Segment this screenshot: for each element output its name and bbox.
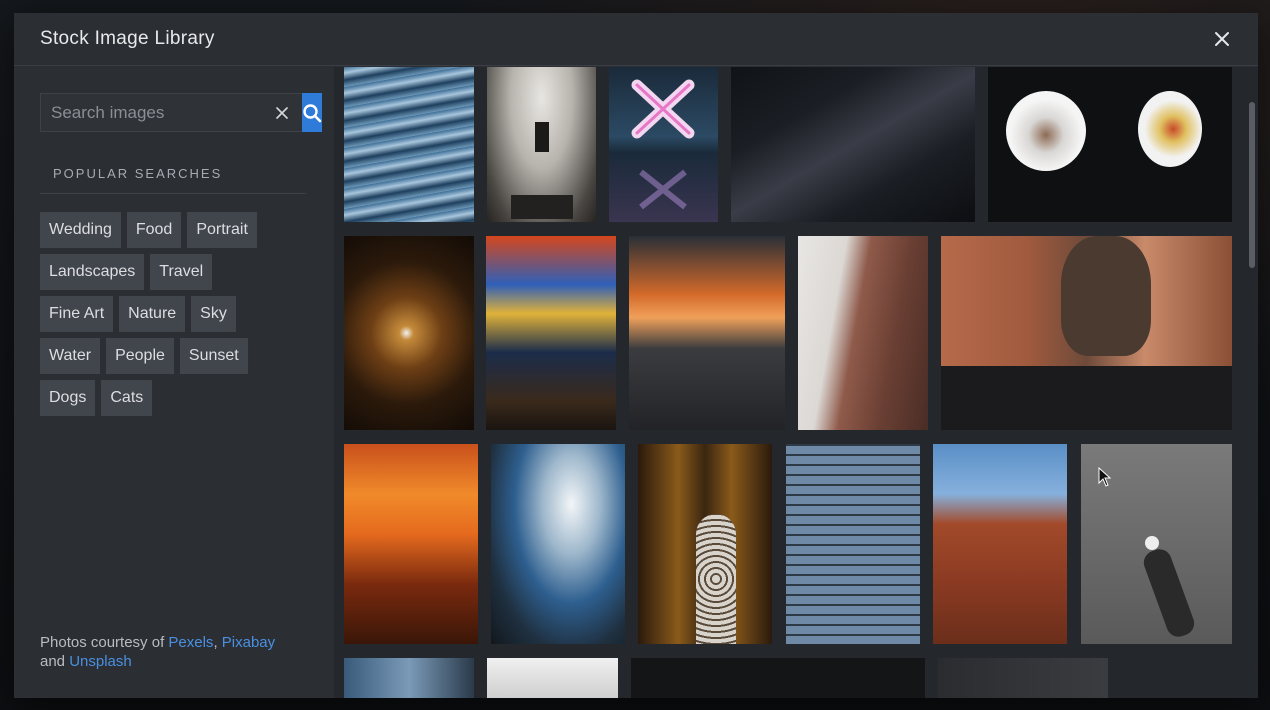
clear-search-button[interactable] [272,103,292,123]
photo-credits: Photos courtesy of Pexels, Pixabay and Un… [40,633,310,671]
stock-image-modal: Stock Image Library Search images POPULA… [14,13,1258,698]
unsplash-link[interactable]: Unsplash [69,653,132,670]
photo-water-ripples[interactable] [344,67,474,222]
photo-glass-skyscraper[interactable] [786,444,920,644]
tag-people[interactable]: People [106,338,174,374]
tag-sky[interactable]: Sky [191,296,236,332]
photo-partial-1[interactable] [344,658,474,698]
search-box [40,93,302,132]
clear-icon [276,106,288,119]
tag-landscapes[interactable]: Landscapes [40,254,145,290]
tag-fine-art[interactable]: Fine Art [40,296,114,332]
tag-dogs[interactable]: Dogs [40,380,96,416]
photo-gothic-lantern[interactable] [487,67,596,222]
photo-partial-3[interactable] [631,658,925,698]
photo-partial-2[interactable] [487,658,618,698]
photo-arched-window[interactable] [638,444,772,644]
search-icon [303,103,322,122]
tag-nature[interactable]: Nature [119,296,186,332]
search-button[interactable] [302,93,322,132]
tag-sunset[interactable]: Sunset [179,338,248,374]
popular-searches-heading: POPULAR SEARCHES [40,166,306,194]
modal-title: Stock Image Library [40,28,215,49]
tag-wedding[interactable]: Wedding [40,212,121,248]
credits-and: and [40,653,70,670]
gallery-scrollbar[interactable] [1249,102,1255,268]
photo-neon-x[interactable] [609,67,718,222]
photo-red-brick-house[interactable] [933,444,1067,644]
tag-cats[interactable]: Cats [101,380,153,416]
photo-partial-4[interactable] [938,658,1108,698]
modal-header: Stock Image Library [14,13,1258,66]
mouse-cursor-icon [1098,467,1112,487]
popular-tags: Wedding Food Portrait Landscapes Travel … [40,212,290,416]
photo-porthole-portraits[interactable] [988,67,1232,222]
tag-water[interactable]: Water [40,338,101,374]
photo-embracing-couple[interactable] [941,236,1232,430]
search-bar [40,93,322,132]
photo-building-facade[interactable] [798,236,928,430]
tag-food[interactable]: Food [126,212,182,248]
photo-ocean-sunset[interactable] [344,444,478,644]
close-button[interactable] [1208,25,1236,53]
photo-market[interactable] [486,236,616,430]
tag-portrait[interactable]: Portrait [187,212,257,248]
credits-prefix: Photos courtesy of [40,634,169,651]
close-icon [1215,32,1229,46]
pixabay-link[interactable]: Pixabay [222,634,275,651]
sidebar: POPULAR SEARCHES Wedding Food Portrait L… [14,67,334,698]
search-input[interactable] [51,102,272,123]
photo-dome-ceiling[interactable] [344,236,474,430]
photo-sunset-mountains[interactable] [629,236,785,430]
photo-bridge-clouds[interactable] [491,444,625,644]
photo-milky-way[interactable] [731,67,975,222]
tag-travel[interactable]: Travel [150,254,213,290]
pexels-link[interactable]: Pexels [168,634,213,651]
image-gallery [334,67,1258,698]
credits-sep1: , [213,634,222,651]
